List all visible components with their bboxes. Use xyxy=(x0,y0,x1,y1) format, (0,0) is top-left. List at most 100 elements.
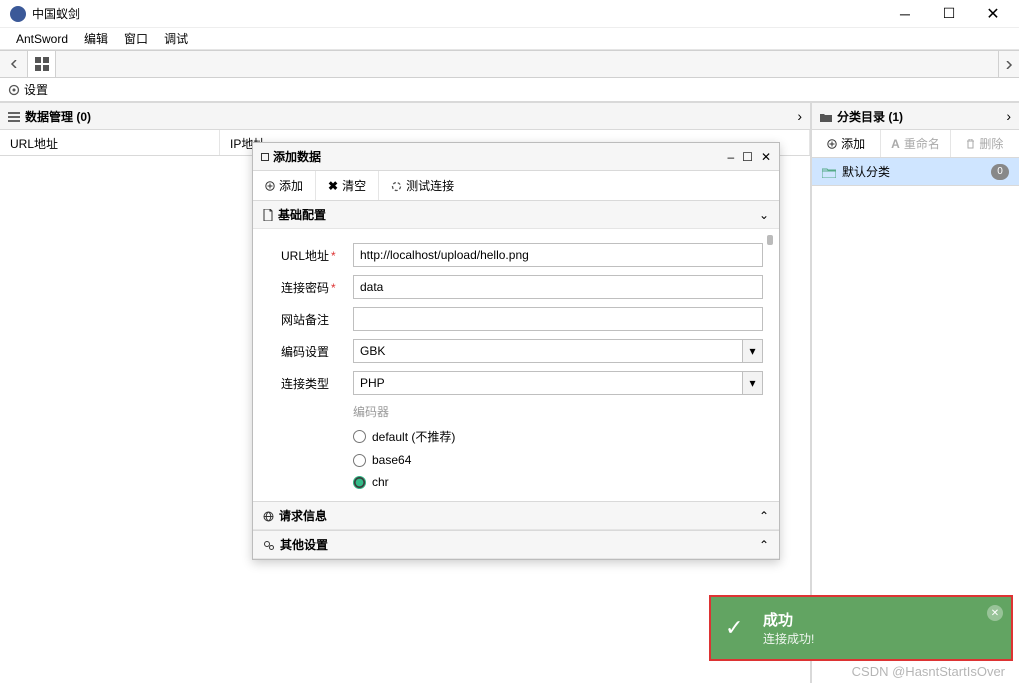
dialog-close[interactable]: ✕ xyxy=(761,150,771,164)
encoder-option-label: base64 xyxy=(372,453,411,467)
dialog-minimize[interactable]: – xyxy=(727,150,734,164)
type-value: PHP xyxy=(360,376,385,390)
column-url[interactable]: URL地址 xyxy=(0,130,220,155)
spinner-icon xyxy=(391,179,402,193)
category-delete-label: 删除 xyxy=(979,135,1003,152)
category-toolbar: 添加 A 重命名 删除 xyxy=(812,130,1019,158)
success-toast: ✓ 成功 连接成功! ✕ xyxy=(709,595,1013,661)
chevron-up-icon: ⌃ xyxy=(759,538,769,552)
url-label: URL地址 xyxy=(281,249,329,263)
tab-prev[interactable] xyxy=(0,51,28,77)
gear-icon xyxy=(8,83,20,97)
section-basic: 基础配置 ⌄ URL地址* 连接密码* 网站备注 编码设置 GBK ▾ xyxy=(253,201,779,502)
dialog-clear-label: 清空 xyxy=(342,177,366,194)
category-delete-button[interactable]: 删除 xyxy=(951,130,1019,157)
radio-input[interactable] xyxy=(353,430,366,443)
toast-message: 连接成功! xyxy=(763,630,814,647)
minimize-button[interactable]: ─ xyxy=(883,0,927,28)
menu-window[interactable]: 窗口 xyxy=(116,28,156,49)
encoder-option-base64[interactable]: base64 xyxy=(353,453,771,467)
chevron-up-icon: ⌃ xyxy=(759,509,769,523)
data-panel-header[interactable]: 数据管理 (0) › xyxy=(0,102,810,130)
category-panel-header[interactable]: 分类目录 (1) › xyxy=(812,102,1019,130)
section-request-header[interactable]: 请求信息 ⌃ xyxy=(253,502,779,530)
grid-icon xyxy=(35,57,49,71)
type-label: 连接类型 xyxy=(281,377,329,391)
url-input[interactable] xyxy=(353,243,763,267)
menu-appname[interactable]: AntSword xyxy=(8,30,76,48)
section-other-title: 其他设置 xyxy=(280,536,328,553)
dialog-toolbar: 添加 ✖ 清空 测试连接 xyxy=(253,171,779,201)
encoding-label: 编码设置 xyxy=(281,345,329,359)
dialog-test-button[interactable]: 测试连接 xyxy=(379,171,466,200)
toast-title: 成功 xyxy=(763,609,814,630)
type-select[interactable]: PHP ▾ xyxy=(353,371,763,395)
dialog-titlebar[interactable]: 添加数据 – ☐ ✕ xyxy=(253,143,779,171)
category-item[interactable]: 默认分类 0 xyxy=(812,158,1019,186)
folder-icon xyxy=(820,109,832,123)
dialog-test-label: 测试连接 xyxy=(406,177,454,194)
section-request-title: 请求信息 xyxy=(279,507,327,524)
globe-icon xyxy=(263,509,274,523)
category-add-button[interactable]: 添加 xyxy=(812,130,881,157)
section-other-header[interactable]: 其他设置 ⌃ xyxy=(253,531,779,559)
app-icon xyxy=(10,6,26,22)
dialog-maximize[interactable]: ☐ xyxy=(742,150,753,164)
plus-icon xyxy=(827,137,837,151)
tab-home[interactable] xyxy=(28,51,56,77)
encoder-label: 编码器 xyxy=(353,403,389,420)
window-icon xyxy=(261,153,269,161)
document-icon xyxy=(263,208,273,222)
note-label: 网站备注 xyxy=(281,313,329,327)
category-add-label: 添加 xyxy=(841,135,865,152)
chevron-right-icon: › xyxy=(797,108,802,124)
scrollbar[interactable] xyxy=(767,229,775,501)
encoder-option-label: default (不推荐) xyxy=(372,428,455,445)
chevron-down-icon: ▾ xyxy=(742,372,762,394)
radio-input[interactable] xyxy=(353,454,366,467)
chevron-down-icon: ⌄ xyxy=(759,208,769,222)
close-button[interactable]: ✕ xyxy=(971,0,1015,28)
section-other: 其他设置 ⌃ xyxy=(253,531,779,559)
password-input[interactable] xyxy=(353,275,763,299)
encoder-option-default[interactable]: default (不推荐) xyxy=(353,428,771,445)
tab-empty-area xyxy=(56,51,999,77)
dialog-add-button[interactable]: 添加 xyxy=(253,171,316,200)
basic-form: URL地址* 连接密码* 网站备注 编码设置 GBK ▾ 连接类型 xyxy=(253,229,779,501)
dialog-title: 添加数据 xyxy=(273,148,321,165)
required-marker: * xyxy=(331,281,336,295)
chevron-right-icon: › xyxy=(1006,108,1011,124)
category-panel-title: 分类目录 (1) xyxy=(837,108,903,125)
font-icon: A xyxy=(891,137,900,151)
encoder-radios: default (不推荐) base64 chr xyxy=(353,428,771,489)
note-input[interactable] xyxy=(353,307,763,331)
category-rename-button[interactable]: A 重命名 xyxy=(881,130,950,157)
plus-icon xyxy=(265,179,275,193)
dialog-add-label: 添加 xyxy=(279,177,303,194)
section-request: 请求信息 ⌃ xyxy=(253,502,779,531)
category-rename-label: 重命名 xyxy=(904,135,940,152)
maximize-button[interactable]: ☐ xyxy=(927,0,971,28)
encoding-value: GBK xyxy=(360,344,385,358)
settings-bar[interactable]: 设置 xyxy=(0,78,1019,102)
section-basic-title: 基础配置 xyxy=(278,206,326,223)
menu-debug[interactable]: 调试 xyxy=(156,28,196,49)
folder-open-icon xyxy=(822,165,836,179)
menubar: AntSword 编辑 窗口 调试 xyxy=(0,28,1019,50)
settings-label: 设置 xyxy=(24,81,48,98)
add-data-dialog: 添加数据 – ☐ ✕ 添加 ✖ 清空 测试连接 基础配置 ⌄ xyxy=(252,142,780,560)
toast-close[interactable]: ✕ xyxy=(987,605,1003,621)
radio-input[interactable] xyxy=(353,476,366,489)
x-icon: ✖ xyxy=(328,179,338,193)
dialog-clear-button[interactable]: ✖ 清空 xyxy=(316,171,379,200)
required-marker: * xyxy=(331,249,336,263)
pwd-label: 连接密码 xyxy=(281,281,329,295)
data-panel-title: 数据管理 (0) xyxy=(25,108,91,125)
section-basic-header[interactable]: 基础配置 ⌄ xyxy=(253,201,779,229)
menu-edit[interactable]: 编辑 xyxy=(76,28,116,49)
tab-next[interactable] xyxy=(999,51,1019,77)
check-icon: ✓ xyxy=(725,615,753,641)
encoding-select[interactable]: GBK ▾ xyxy=(353,339,763,363)
chevron-down-icon: ▾ xyxy=(742,340,762,362)
encoder-option-chr[interactable]: chr xyxy=(353,475,771,489)
